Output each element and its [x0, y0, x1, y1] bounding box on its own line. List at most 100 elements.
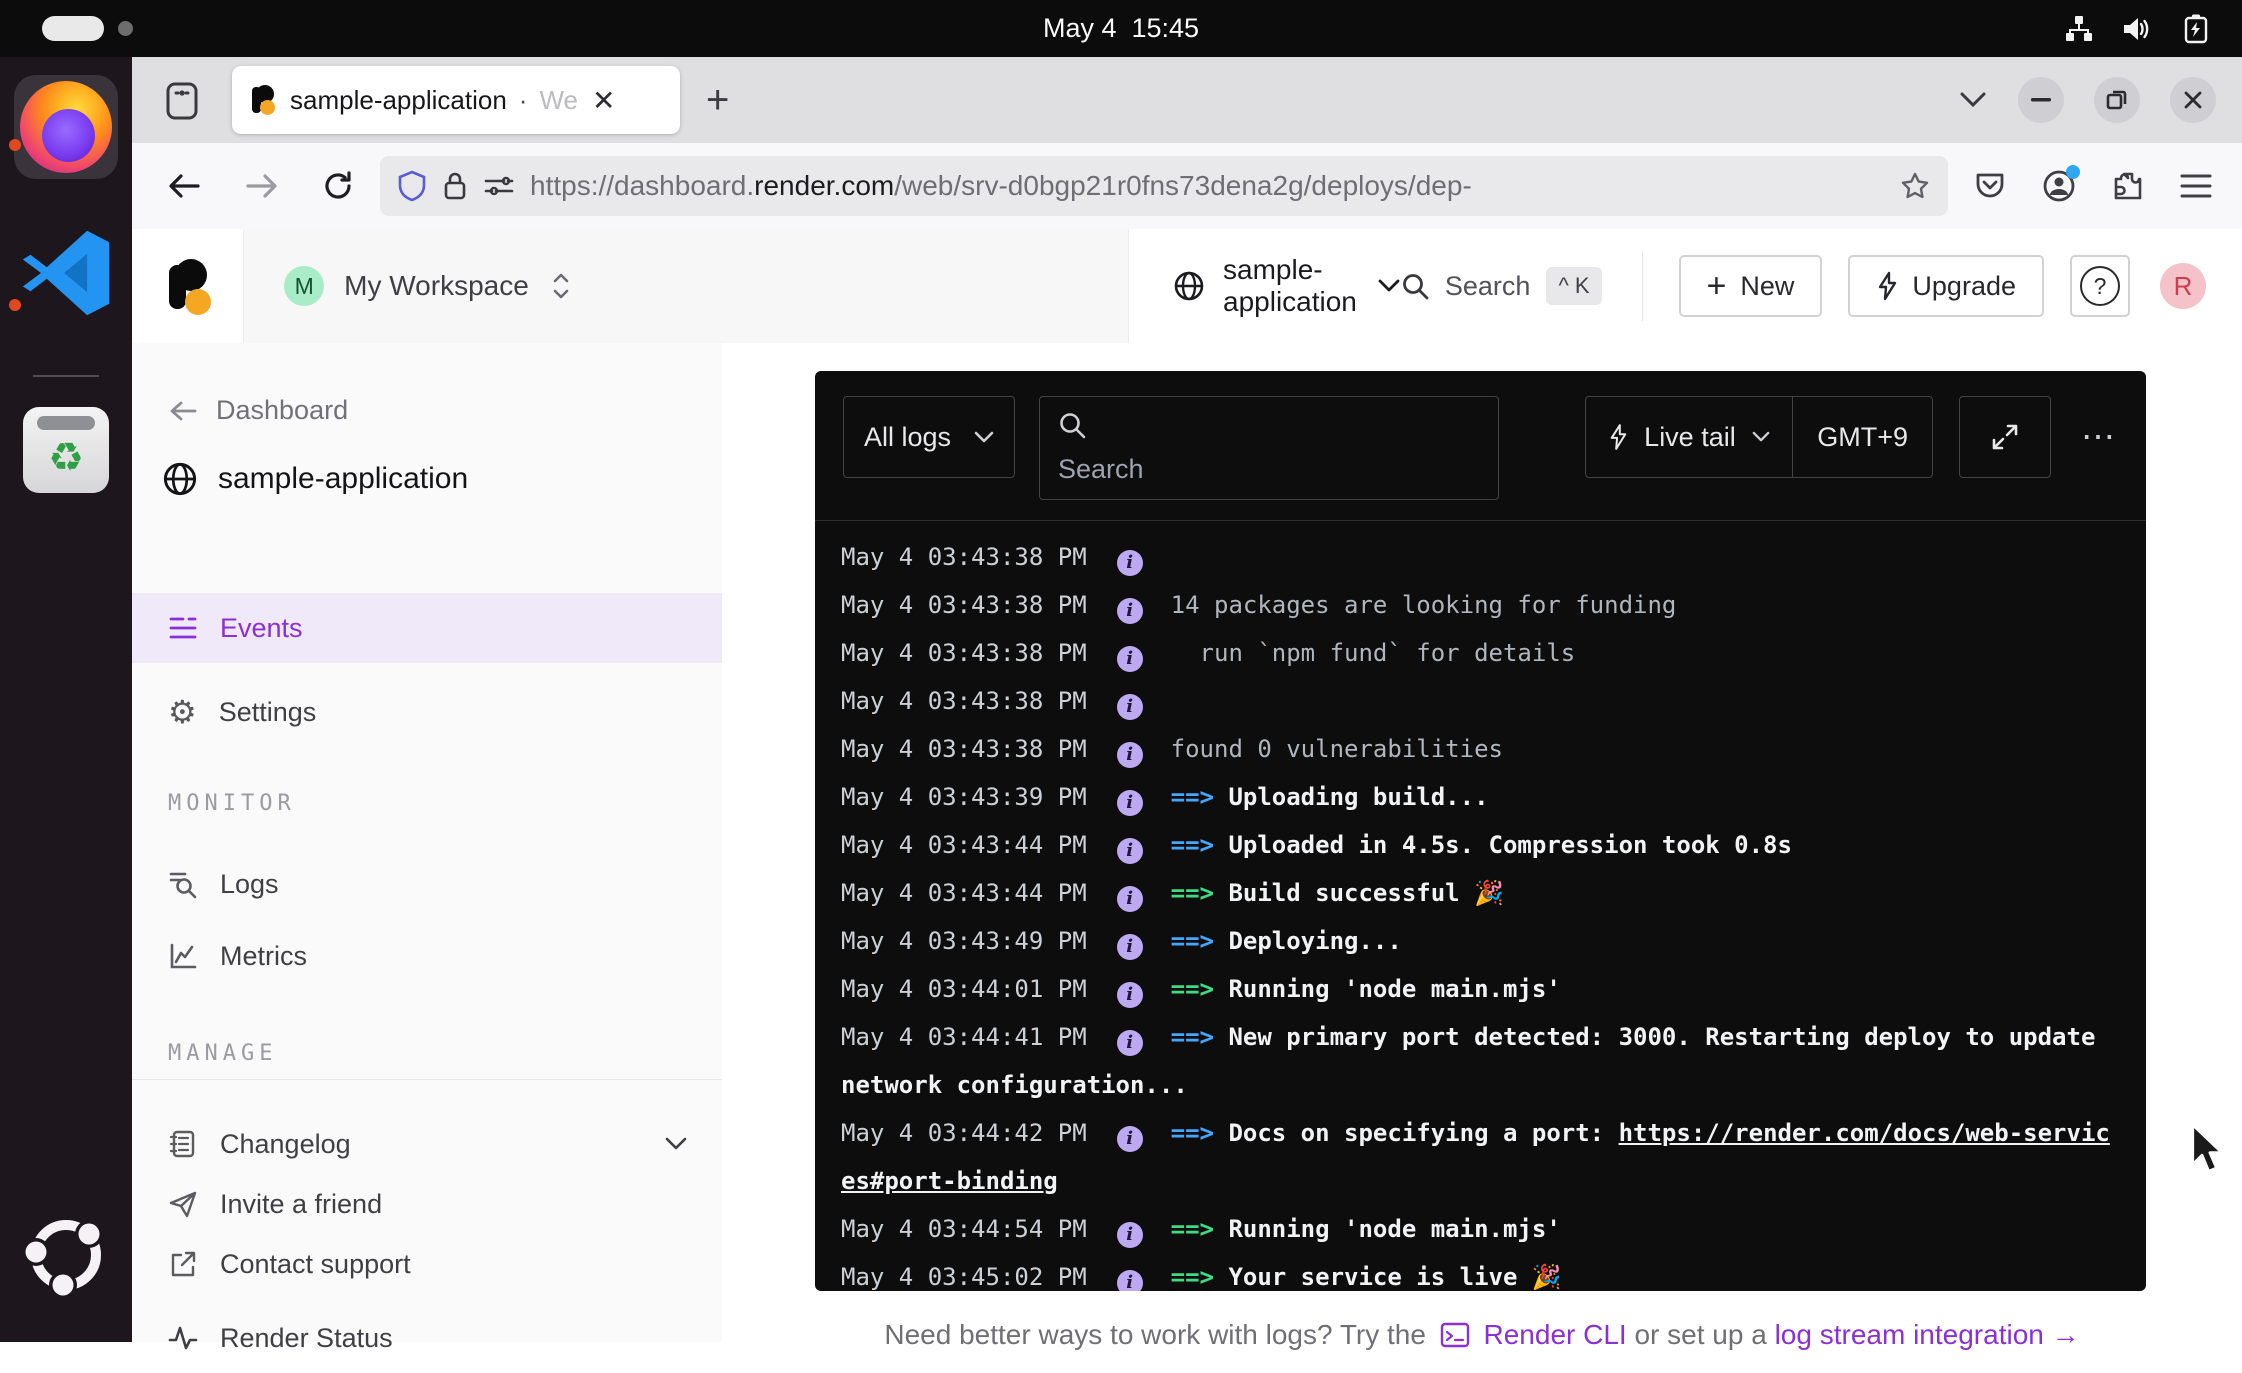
service-selector[interactable]: sample-application — [1129, 229, 1401, 343]
firefox-view-icon[interactable] — [154, 70, 210, 130]
log-filter-dropdown[interactable]: All logs — [843, 396, 1015, 478]
menu-hamburger-icon[interactable] — [2180, 173, 2212, 199]
close-button[interactable] — [2170, 77, 2216, 123]
battery-icon[interactable] — [2178, 14, 2214, 44]
dock-vscode[interactable] — [0, 225, 132, 321]
footer-arrow: → — [2052, 1319, 2080, 1350]
upgrade-button[interactable]: Upgrade — [1848, 255, 2044, 317]
forward-icon[interactable] — [244, 172, 280, 200]
workspace-sort-chevrons-icon — [551, 270, 571, 302]
log-message: found 0 vulnerabilities — [1171, 735, 1503, 763]
account-icon[interactable] — [2042, 169, 2076, 203]
log-stream-link[interactable]: log stream integration — [1775, 1319, 2044, 1350]
search-label: Search — [1445, 271, 1531, 302]
sidebar-back-dashboard[interactable]: Dashboard — [168, 395, 348, 426]
log-arrow: ==> — [1171, 831, 1229, 859]
info-icon: i — [1117, 598, 1143, 624]
extensions-puzzle-icon[interactable] — [2112, 170, 2144, 202]
info-icon: i — [1117, 1270, 1143, 1291]
log-line: May 4 03:45:02 PMi==> Your service is li… — [841, 1253, 2120, 1291]
log-line: May 4 03:43:44 PMi==> Build successful 🎉 — [841, 869, 2120, 917]
paper-plane-icon — [168, 1189, 198, 1219]
log-timestamp: May 4 03:43:38 PM — [841, 543, 1087, 571]
reload-icon[interactable] — [322, 170, 354, 202]
system-clock[interactable]: May 4 15:45 — [1043, 13, 1199, 44]
render-cli-link[interactable]: Render CLI — [1484, 1319, 1627, 1350]
live-tail-dropdown[interactable]: Live tail — [1586, 397, 1792, 477]
header-divider — [1642, 251, 1643, 321]
sidebar-item-settings[interactable]: ⚙ Settings — [132, 677, 722, 747]
activities-pill[interactable] — [42, 16, 104, 41]
sidebar-item-render-status[interactable]: Render Status — [132, 1303, 722, 1373]
timezone-button[interactable]: GMT+9 — [1793, 422, 1932, 453]
new-tab-button[interactable]: + — [706, 78, 729, 123]
log-arrow: ==> — [1171, 1215, 1229, 1243]
external-link-icon — [168, 1249, 198, 1279]
service-chevron-down-icon — [1377, 278, 1401, 294]
tab-list-chevron-icon[interactable] — [1958, 90, 1988, 110]
url-bar[interactable]: https://dashboard.render.com/web/srv-d0b… — [380, 156, 1948, 216]
info-icon: i — [1117, 742, 1143, 768]
log-timestamp: May 4 03:43:38 PM — [841, 687, 1087, 715]
lock-icon[interactable] — [442, 170, 468, 202]
info-icon: i — [1117, 646, 1143, 672]
restore-button[interactable] — [2094, 77, 2140, 123]
log-line: May 4 03:43:38 PMi14 packages are lookin… — [841, 581, 2120, 629]
system-top-bar: May 4 15:45 — [0, 0, 2242, 57]
permissions-icon[interactable] — [484, 174, 514, 198]
tab-close-icon[interactable]: ✕ — [592, 84, 615, 117]
log-line: May 4 03:43:38 PMi — [841, 677, 2120, 725]
log-lines[interactable]: May 4 03:43:38 PMiMay 4 03:43:38 PMi14 p… — [815, 521, 2146, 1291]
pocket-icon[interactable] — [1974, 171, 2006, 201]
tab-bar: sample-application · We ✕ + — [132, 57, 2242, 143]
log-message: ==> Deploying... — [1171, 927, 1402, 955]
browser-window: sample-application · We ✕ + — [132, 57, 2242, 1342]
sidebar-item-metrics[interactable]: Metrics — [132, 921, 722, 991]
info-icon: i — [1117, 790, 1143, 816]
sidebar-item-contact[interactable]: Contact support — [132, 1229, 722, 1299]
workspace-selector[interactable]: M My Workspace — [244, 229, 1129, 343]
network-icon[interactable] — [2064, 14, 2094, 44]
new-button[interactable]: + New — [1679, 255, 1823, 317]
mouse-cursor — [2183, 1122, 2229, 1178]
changelog-chevron-down-icon[interactable] — [664, 1136, 688, 1152]
url-text[interactable]: https://dashboard.render.com/web/srv-d0b… — [530, 170, 1886, 202]
log-toolbar: All logs Search Live — [815, 371, 2146, 521]
vscode-running-dot — [9, 299, 21, 311]
firefox-icon — [20, 81, 112, 173]
log-message: ==> Uploading build... — [1171, 783, 1489, 811]
log-line: May 4 03:43:49 PM i ==> Deploying... — [841, 917, 2120, 965]
sidebar-item-events[interactable]: Events — [132, 593, 722, 663]
dock-firefox[interactable] — [0, 75, 132, 179]
shield-icon[interactable] — [398, 170, 426, 202]
back-icon[interactable] — [166, 172, 202, 200]
workspace-dot — [118, 21, 133, 36]
user-avatar[interactable]: R — [2160, 263, 2206, 309]
log-timestamp: May 4 03:44:54 PM — [841, 1215, 1087, 1243]
active-tab[interactable]: sample-application · We ✕ — [232, 66, 680, 134]
log-timestamp: May 4 03:43:49 PM — [841, 927, 1087, 955]
info-icon: i — [1117, 934, 1143, 960]
sidebar-item-logs[interactable]: Logs — [132, 849, 722, 919]
global-search[interactable]: Search ^ K — [1401, 267, 1602, 305]
dock-app-grid[interactable] — [0, 1205, 132, 1305]
dock-trash[interactable]: ♻ — [0, 407, 132, 493]
info-icon: i — [1117, 1222, 1143, 1248]
log-message: ==> Build successful 🎉 — [1171, 879, 1504, 907]
log-search-input[interactable]: Search — [1039, 396, 1499, 500]
bookmark-star-icon[interactable] — [1900, 171, 1930, 201]
help-button[interactable]: ? — [2070, 255, 2130, 317]
search-icon — [1058, 411, 1086, 439]
sidebar-service-header[interactable]: sample-application — [162, 461, 468, 497]
sidebar-section-manage: MANAGE — [168, 1041, 277, 1066]
expand-logs-button[interactable] — [1959, 396, 2051, 478]
log-line: May 4 03:43:39 PMi==> Uploading build... — [841, 773, 2120, 821]
minimize-button[interactable] — [2018, 77, 2064, 123]
workspace-avatar: M — [284, 266, 324, 306]
vscode-icon — [18, 225, 114, 321]
volume-icon[interactable] — [2120, 14, 2152, 44]
log-timestamp: May 4 03:44:41 PM — [841, 1023, 1087, 1051]
render-logo[interactable] — [132, 229, 244, 343]
tab-title: sample-application — [290, 85, 507, 116]
log-more-menu[interactable]: ⋯ — [2081, 396, 2118, 478]
